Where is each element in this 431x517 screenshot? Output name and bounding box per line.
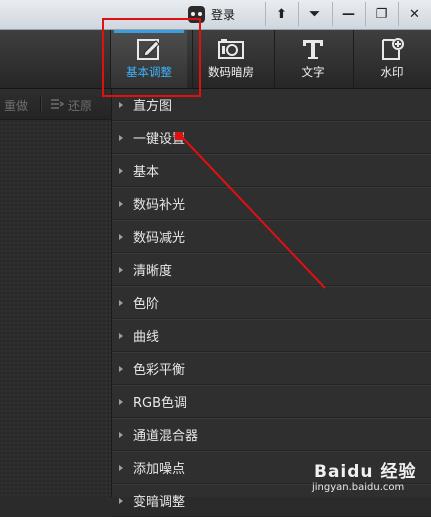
expand-arrow-icon: [119, 398, 123, 405]
menu-item-one-click[interactable]: 一键设置: [112, 122, 431, 154]
menu-item-basic[interactable]: 基本: [112, 155, 431, 187]
menu-item-fill-light[interactable]: 数码补光: [112, 188, 431, 220]
tab-digital-darkroom[interactable]: 数码暗房: [192, 30, 269, 88]
shirt-icon: ⬆: [276, 6, 287, 22]
adjust-menu: 直方图 一键设置 基本 数码补光 数码减光 清晰度 色阶 曲线 色彩平衡 RGB…: [111, 89, 431, 517]
user-avatar-icon: [188, 5, 205, 23]
menu-item-label: 变暗调整: [133, 495, 186, 510]
skin-button[interactable]: ⬆: [265, 2, 297, 26]
menu-item-label: 色彩平衡: [133, 363, 186, 378]
close-icon: ✕: [409, 6, 420, 22]
tab-watermark[interactable]: 水印: [353, 30, 430, 88]
close-button[interactable]: ✕: [398, 2, 430, 26]
expand-arrow-icon: [119, 266, 123, 273]
login-button[interactable]: 登录: [188, 4, 235, 24]
active-indicator: [114, 30, 184, 33]
menu-item-label: 一键设置: [133, 132, 186, 147]
redo-button[interactable]: 重做: [4, 97, 28, 114]
baidu-watermark: Baidu 经验 jingyan.baidu.com: [308, 455, 428, 495]
restore-button[interactable]: ❐: [365, 2, 397, 26]
tab-label: 数码暗房: [208, 65, 254, 79]
menu-item-color-balance[interactable]: 色彩平衡: [112, 353, 431, 385]
expand-arrow-icon: [119, 200, 123, 207]
main-toolbar: 基本调整 数码暗房 文字 水印: [0, 30, 431, 89]
camera-icon: [217, 36, 245, 62]
expand-arrow-icon: [119, 332, 123, 339]
menu-item-label: 数码补光: [133, 198, 186, 213]
expand-arrow-icon: [119, 497, 123, 504]
divider: [40, 96, 41, 112]
title-bar: 登录 ⬆ ⏷ — ❐ ✕: [0, 0, 431, 30]
menu-item-curves[interactable]: 曲线: [112, 320, 431, 352]
tab-label: 文字: [301, 65, 325, 79]
login-label: 登录: [211, 7, 236, 22]
watermark-brand: Baidu 经验: [314, 462, 417, 482]
menu-button[interactable]: ⏷: [298, 2, 330, 26]
expand-arrow-icon: [119, 464, 123, 471]
tab-text[interactable]: 文字: [274, 30, 351, 88]
menu-item-levels[interactable]: 色阶: [112, 287, 431, 319]
restore-icon: ❐: [375, 6, 388, 22]
menu-item-label: 色阶: [133, 297, 160, 312]
redo-label: 重做: [4, 99, 29, 113]
menu-item-label: 基本: [133, 165, 160, 180]
expand-arrow-icon: [119, 365, 123, 372]
menu-item-label: 添加噪点: [133, 462, 186, 477]
menu-item-label: 通道混合器: [133, 429, 199, 444]
menu-item-label: 直方图: [133, 99, 173, 114]
menu-item-rgb-tone[interactable]: RGB色调: [112, 386, 431, 418]
tab-basic-adjust[interactable]: 基本调整: [110, 30, 187, 88]
restore-icon: [50, 98, 65, 113]
menu-item-label: 清晰度: [133, 264, 173, 279]
tab-label: 水印: [380, 65, 404, 79]
menu-item-histogram[interactable]: 直方图: [112, 89, 431, 121]
text-icon: [299, 36, 327, 62]
menu-item-label: 数码减光: [133, 231, 186, 246]
menu-item-channel-mixer[interactable]: 通道混合器: [112, 419, 431, 451]
dropdown-icon: ⏷: [309, 6, 320, 22]
watermark-icon: [378, 36, 406, 62]
restore-label: 还原: [68, 99, 93, 113]
menu-item-reduce-light[interactable]: 数码减光: [112, 221, 431, 253]
expand-arrow-icon: [119, 299, 123, 306]
expand-arrow-icon: [119, 233, 123, 240]
edit-icon: [135, 36, 163, 62]
minimize-button[interactable]: —: [332, 2, 364, 26]
menu-item-label: 曲线: [133, 330, 160, 345]
tab-label: 基本调整: [126, 65, 172, 79]
expand-arrow-icon: [119, 167, 123, 174]
menu-item-label: RGB色调: [133, 396, 188, 411]
history-toolbar: 重做 还原: [0, 89, 111, 120]
expand-arrow-icon: [119, 101, 123, 108]
watermark-url: jingyan.baidu.com: [312, 482, 405, 493]
expand-arrow-icon: [119, 431, 123, 438]
left-panel: 重做 还原: [0, 89, 111, 497]
restore-original-button[interactable]: 还原: [50, 97, 92, 114]
menu-item-clarity[interactable]: 清晰度: [112, 254, 431, 286]
minimize-icon: —: [342, 6, 355, 22]
expand-arrow-icon: [119, 134, 123, 141]
